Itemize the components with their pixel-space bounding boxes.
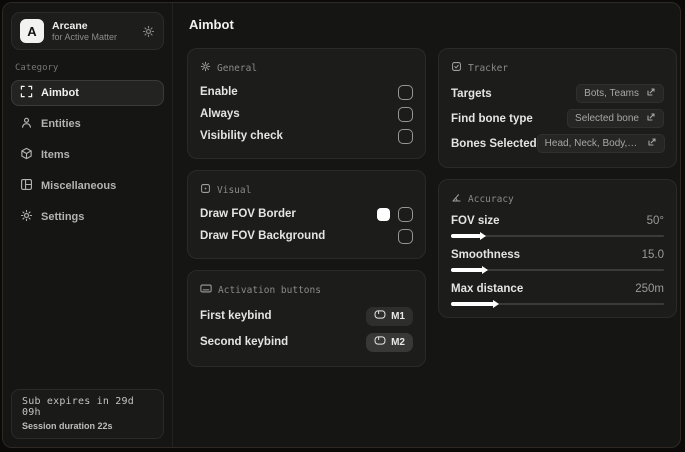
angle-icon <box>451 192 462 206</box>
setting-label: Targets <box>451 87 492 100</box>
sidebar: A Arcane for Active Matter Category Aimb… <box>3 3 173 447</box>
fov-border-color-swatch[interactable] <box>377 207 390 221</box>
setting-label: Find bone type <box>451 112 533 125</box>
tracker-card: Tracker Targets Bots, Teams Find bone ty… <box>438 48 677 168</box>
slider-fill <box>451 266 488 274</box>
find-bone-type-select[interactable]: Selected bone <box>567 109 664 128</box>
category-label: Category <box>15 63 59 73</box>
visual-card: Visual Draw FOV Border Draw FOV Backgrou… <box>187 170 426 259</box>
page-title: Aimbot <box>189 17 234 32</box>
setting-label: Always <box>200 108 240 120</box>
keyboard-icon <box>200 283 212 297</box>
smoothness-slider-group: Smoothness 15.0 <box>451 246 664 274</box>
cube-icon <box>20 147 33 163</box>
slider-value: 15.0 <box>641 249 664 261</box>
mouse-icon <box>374 336 386 348</box>
smoothness-slider[interactable] <box>451 266 664 274</box>
slider-value: 50° <box>646 215 664 227</box>
targets-select[interactable]: Bots, Teams <box>576 84 664 103</box>
section-title: General <box>217 62 258 74</box>
section-title: Activation buttons <box>218 284 321 296</box>
sidebar-item-label: Settings <box>41 211 85 223</box>
subscription-card: Sub expires in 29d 09h Session duration … <box>11 389 164 439</box>
slider-fill <box>451 232 486 240</box>
max-distance-slider-group: Max distance 250m <box>451 280 664 308</box>
select-value: Selected bone <box>575 113 639 124</box>
left-column: General Enable Always Visibility check V… <box>187 48 426 367</box>
general-card: General Enable Always Visibility check <box>187 48 426 159</box>
keybind-value: M1 <box>391 310 405 322</box>
bones-selected-select[interactable]: Head, Neck, Body, Pe... <box>536 134 665 153</box>
accuracy-card: Accuracy FOV size 50° Smoothness 15.0 Ma… <box>438 179 677 318</box>
slider-thumb[interactable] <box>492 300 499 308</box>
sidebar-item-miscellaneous[interactable]: Miscellaneous <box>11 173 164 199</box>
setting-label: Bones Selected <box>451 137 537 150</box>
second-keybind-button[interactable]: M2 <box>366 332 413 352</box>
slider-thumb[interactable] <box>479 232 486 240</box>
gear-icon <box>20 209 33 225</box>
slider-thumb[interactable] <box>481 266 488 274</box>
max-distance-slider[interactable] <box>451 300 664 308</box>
brand-subtitle: for Active Matter <box>52 31 118 42</box>
first-keybind-button[interactable]: M1 <box>366 306 413 326</box>
sidebar-item-settings[interactable]: Settings <box>11 204 164 230</box>
session-duration-text: Session duration 22s <box>22 421 113 431</box>
draw-fov-background-checkbox[interactable] <box>398 228 413 244</box>
brand-card: A Arcane for Active Matter <box>11 12 164 50</box>
gear-icon[interactable] <box>142 25 155 38</box>
always-checkbox[interactable] <box>398 106 413 122</box>
brand-text: Arcane for Active Matter <box>52 20 134 42</box>
expand-icon <box>646 87 656 100</box>
sidebar-item-label: Miscellaneous <box>41 180 117 192</box>
gear-dotted-icon <box>200 61 211 75</box>
select-value: Bots, Teams <box>584 88 639 99</box>
expand-icon <box>646 112 656 125</box>
sidebar-item-items[interactable]: Items <box>11 142 164 168</box>
brand-name: Arcane <box>52 19 88 32</box>
mouse-icon <box>374 310 386 322</box>
select-value: Head, Neck, Body, Pe... <box>544 138 640 149</box>
setting-label: FOV size <box>451 215 500 227</box>
sidebar-item-entities[interactable]: Entities <box>11 111 164 137</box>
setting-label: Enable <box>200 86 238 98</box>
section-title: Accuracy <box>468 193 514 205</box>
keybind-value: M2 <box>391 336 405 348</box>
brand-logo: A <box>20 19 44 43</box>
activation-card: Activation buttons First keybind M1 Seco… <box>187 270 426 367</box>
sidebar-item-aimbot[interactable]: Aimbot <box>11 80 164 106</box>
setting-label: Draw FOV Background <box>200 230 326 242</box>
layout-icon <box>20 178 33 194</box>
slider-fill <box>451 300 499 308</box>
sub-expiry-text: Sub expires in 29d 09h <box>22 396 134 418</box>
setting-label: First keybind <box>200 310 272 322</box>
enable-checkbox[interactable] <box>398 84 413 100</box>
frame-dot-icon <box>200 183 211 197</box>
app-window: A Arcane for Active Matter Category Aimb… <box>2 2 681 448</box>
expand-icon <box>647 137 657 150</box>
main-content: Aimbot General Enable Always Visibility … <box>173 3 680 447</box>
setting-label: Second keybind <box>200 336 289 348</box>
sidebar-item-label: Entities <box>41 118 81 130</box>
section-title: Visual <box>217 184 252 196</box>
setting-label: Draw FOV Border <box>200 208 296 220</box>
setting-label: Smoothness <box>451 249 521 261</box>
section-title: Tracker <box>468 62 509 74</box>
sidebar-item-label: Items <box>41 149 70 161</box>
draw-fov-border-checkbox[interactable] <box>398 206 413 222</box>
crosshair-icon <box>20 85 33 101</box>
screen: A Arcane for Active Matter Category Aimb… <box>0 0 685 452</box>
person-scan-icon <box>20 116 33 132</box>
setting-label: Visibility check <box>200 130 283 142</box>
fov-size-slider[interactable] <box>451 232 664 240</box>
fov-size-slider-group: FOV size 50° <box>451 212 664 240</box>
slider-value: 250m <box>635 283 664 295</box>
setting-label: Max distance <box>451 283 524 295</box>
target-box-icon <box>451 61 462 75</box>
visibility-check-checkbox[interactable] <box>398 128 413 144</box>
sidebar-item-label: Aimbot <box>41 87 79 99</box>
right-column: Tracker Targets Bots, Teams Find bone ty… <box>438 48 677 318</box>
